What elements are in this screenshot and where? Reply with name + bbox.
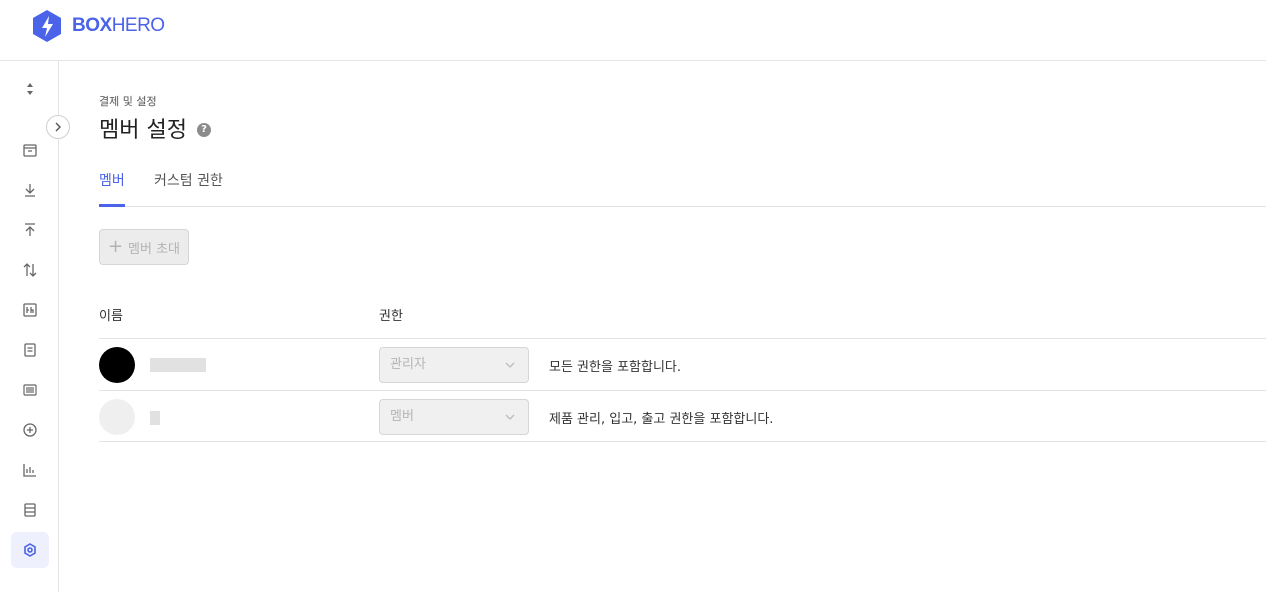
database-icon[interactable] [11, 492, 49, 528]
chevron-down-icon [505, 362, 515, 368]
bar-chart-icon[interactable] [11, 452, 49, 488]
package-icon[interactable] [11, 132, 49, 168]
barcode-icon[interactable] [11, 372, 49, 408]
main-content: 결제 및 설정 멤버 설정 ? 멤버 커스텀 권한 + 멤버 초대 이름 권한 … [60, 61, 1266, 592]
table-row: 관리자 모든 권한을 포함합니다. [99, 338, 1266, 390]
avatar [99, 347, 135, 383]
download-icon[interactable] [11, 172, 49, 208]
document-icon[interactable] [11, 332, 49, 368]
help-icon[interactable]: ? [196, 122, 211, 137]
tab-custom-permissions[interactable]: 커스텀 권한 [154, 171, 223, 207]
logo-icon[interactable] [32, 9, 62, 43]
tab-bar: 멤버 커스텀 권한 [99, 171, 1266, 207]
tab-members[interactable]: 멤버 [99, 171, 125, 207]
invite-member-button[interactable]: + 멤버 초대 [99, 229, 189, 265]
plus-icon: + [107, 236, 124, 257]
column-header-name: 이름 [99, 309, 123, 324]
role-description: 모든 권한을 포함합니다. [549, 360, 681, 375]
brand-name-bold: BOX [72, 15, 112, 36]
adjust-icon[interactable] [11, 292, 49, 328]
sidebar [0, 61, 59, 592]
brand-logo-text[interactable]: BOXHERO [72, 15, 165, 37]
invite-member-label: 멤버 초대 [128, 241, 181, 257]
top-bar: BOXHERO [0, 0, 1266, 61]
plus-circle-icon[interactable] [11, 412, 49, 448]
page-title-text: 멤버 설정 [99, 118, 187, 143]
table-row: 멤버 제품 관리, 입고, 출고 권한을 포함합니다. [99, 390, 1266, 442]
role-select-value: 멤버 [390, 409, 414, 424]
member-name-redacted [150, 411, 160, 425]
sort-arrows-icon[interactable] [11, 71, 49, 107]
role-select-value: 관리자 [390, 357, 426, 372]
transfer-icon[interactable] [11, 252, 49, 288]
role-description: 제품 관리, 입고, 출고 권한을 포함합니다. [549, 412, 774, 427]
gear-icon[interactable] [11, 532, 49, 568]
role-select[interactable]: 멤버 [379, 399, 529, 435]
member-name-redacted [150, 358, 206, 372]
chevron-down-icon [505, 414, 515, 420]
brand-name-light: HERO [111, 15, 165, 36]
avatar [99, 399, 135, 435]
column-header-role: 권한 [379, 309, 403, 324]
role-select[interactable]: 관리자 [379, 347, 529, 383]
upload-icon[interactable] [11, 212, 49, 248]
breadcrumb: 결제 및 설정 [99, 95, 157, 108]
page-title: 멤버 설정 ? [99, 112, 211, 144]
